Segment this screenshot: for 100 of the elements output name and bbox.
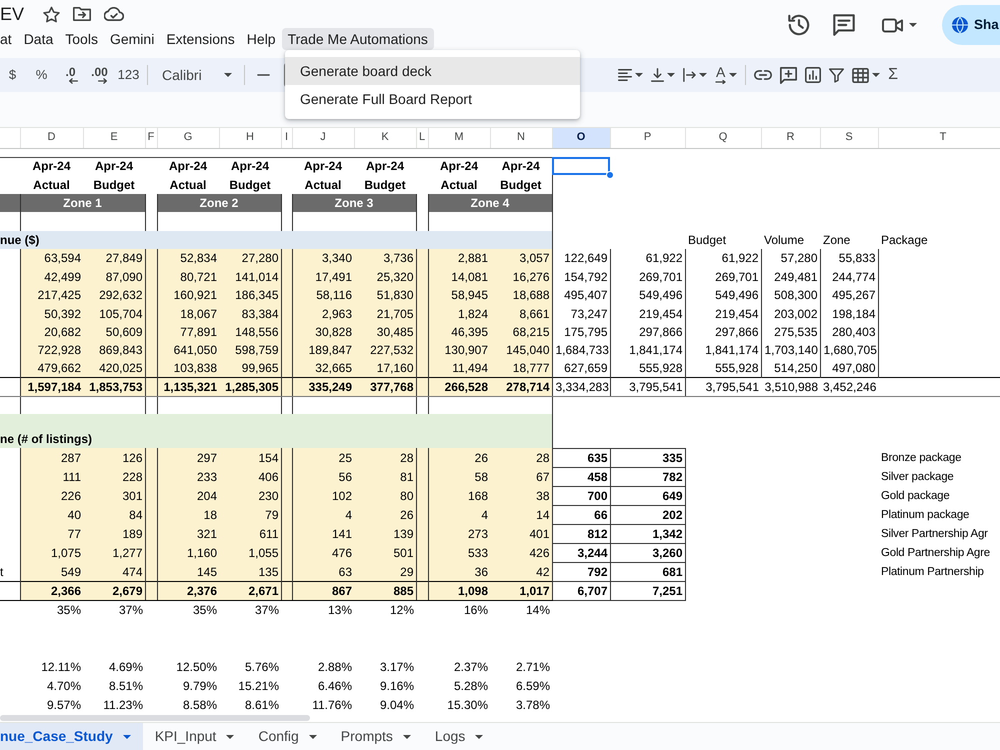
table-cell: 63 bbox=[292, 562, 354, 582]
column-header[interactable]: K bbox=[354, 128, 416, 148]
table-cell: 28 bbox=[490, 448, 552, 468]
column-heading: Apr-24 bbox=[428, 157, 490, 176]
decrease-decimal-button[interactable]: .0 bbox=[56, 61, 85, 89]
row-label: t bbox=[0, 562, 20, 582]
column-header[interactable]: R bbox=[761, 128, 820, 148]
menu-item[interactable]: Tools bbox=[59, 28, 104, 50]
table-cell: 13% bbox=[292, 600, 354, 620]
menu-option[interactable]: Generate board deck bbox=[285, 57, 580, 85]
column-header[interactable]: L bbox=[416, 128, 428, 148]
menu-item[interactable]: at bbox=[0, 28, 18, 50]
table-cell: 80 bbox=[354, 486, 416, 506]
column-heading: Budget bbox=[219, 175, 281, 194]
table-cell: 46,395 bbox=[428, 322, 490, 341]
table-cell: 1,841,174 bbox=[685, 340, 761, 360]
table-cell: 56 bbox=[292, 467, 354, 486]
text-rotation-button[interactable]: A bbox=[711, 61, 742, 89]
format-button[interactable]: $ bbox=[0, 61, 27, 89]
column-header[interactable]: F bbox=[145, 128, 157, 148]
format-button[interactable]: % bbox=[27, 61, 56, 89]
chart-icon[interactable] bbox=[805, 67, 822, 83]
link-icon[interactable] bbox=[754, 70, 772, 80]
table-cell: 269,701 bbox=[610, 267, 685, 286]
functions-button[interactable]: Σ bbox=[884, 61, 902, 89]
menu-item[interactable]: Data bbox=[18, 28, 60, 50]
table-cell: 28 bbox=[354, 448, 416, 468]
format-button[interactable]: 123 bbox=[114, 61, 143, 89]
table-cell: 58,945 bbox=[428, 286, 490, 304]
table-cell: 297,866 bbox=[685, 322, 761, 341]
table-cell: 3,795,541 bbox=[610, 378, 685, 396]
comment-plus-icon[interactable] bbox=[780, 66, 798, 84]
history-icon[interactable] bbox=[788, 14, 810, 36]
column-heading: Budget bbox=[83, 175, 145, 194]
filter-icon[interactable] bbox=[829, 68, 844, 82]
table-cell: 26 bbox=[428, 448, 490, 468]
share-button[interactable]: Sha bbox=[942, 5, 1000, 45]
menu-item[interactable]: Extensions bbox=[160, 28, 241, 50]
cloud-check-icon[interactable] bbox=[104, 7, 124, 21]
column-header[interactable]: P bbox=[610, 128, 685, 148]
table-cell-text: 2.37% bbox=[452, 659, 489, 676]
font-dropdown[interactable]: Calibri bbox=[152, 61, 240, 89]
table-cell: 458 bbox=[552, 467, 610, 486]
table-cell: 869,843 bbox=[83, 340, 145, 360]
caret-icon bbox=[699, 73, 708, 77]
row-label: Bronze package bbox=[880, 451, 962, 466]
table-cell: 52,834 bbox=[157, 248, 219, 268]
table-cell: 420,025 bbox=[83, 359, 145, 378]
table-cell: 495,267 bbox=[820, 286, 878, 304]
table-cell-text: 12.50% bbox=[175, 659, 218, 676]
column-header[interactable]: G bbox=[157, 128, 219, 148]
sheet-tab[interactable]: Config bbox=[246, 723, 329, 750]
column-header[interactable]: J bbox=[292, 128, 354, 148]
sheet-tab[interactable]: nue_Case_Study bbox=[0, 723, 143, 750]
star-icon[interactable] bbox=[43, 6, 60, 22]
table-cell: 4 bbox=[292, 505, 354, 524]
folder-arrow-icon[interactable] bbox=[73, 6, 92, 22]
table-cell: 55,833 bbox=[820, 248, 878, 268]
table-cell: 130,907 bbox=[428, 340, 490, 360]
increase-decimal-button[interactable]: .00 bbox=[85, 61, 114, 89]
column-header[interactable]: T bbox=[878, 128, 1000, 148]
menu-item[interactable]: Gemini bbox=[104, 28, 160, 50]
table-cell: 135 bbox=[219, 562, 281, 582]
column-header[interactable]: N bbox=[490, 128, 552, 148]
menu-option[interactable]: Generate Full Board Report bbox=[285, 85, 580, 113]
sheet-tab[interactable]: KPI_Input bbox=[142, 723, 246, 750]
table-cell: 141 bbox=[292, 524, 354, 544]
column-heading: Apr-24 bbox=[157, 157, 219, 176]
table-cell: 1,075 bbox=[20, 543, 83, 562]
table-cell-text: 9.16% bbox=[378, 678, 415, 696]
column-header[interactable]: O bbox=[552, 128, 610, 148]
caret-icon bbox=[667, 73, 676, 77]
menu-item[interactable]: Help bbox=[240, 28, 282, 50]
table-cell: 812 bbox=[552, 524, 610, 544]
column-header[interactable]: M bbox=[428, 128, 490, 148]
column-header[interactable]: S bbox=[820, 128, 878, 148]
table-cell: 2,376 bbox=[157, 581, 219, 600]
column-header[interactable]: Q bbox=[685, 128, 761, 148]
video-call-button[interactable] bbox=[882, 18, 917, 32]
zone-header: Zone 2 bbox=[157, 194, 281, 212]
table-cell: 2,366 bbox=[20, 581, 83, 600]
table-cell-text: 8.51% bbox=[108, 678, 144, 696]
column-header[interactable]: E bbox=[83, 128, 145, 148]
fill-handle-icon[interactable] bbox=[606, 171, 614, 180]
table-cell: 649 bbox=[610, 486, 685, 506]
column-heading: Actual bbox=[428, 175, 490, 194]
sheet-tab[interactable]: Prompts bbox=[328, 723, 423, 750]
comment-icon[interactable] bbox=[833, 14, 855, 36]
table-cell: 635 bbox=[552, 448, 610, 468]
table-cell: 99,965 bbox=[219, 359, 281, 378]
menu-item[interactable]: Trade Me Automations bbox=[282, 28, 434, 50]
column-header[interactable]: I bbox=[281, 128, 292, 148]
horizontal-scrollbar[interactable] bbox=[0, 715, 310, 721]
sheet-tab[interactable]: Logs bbox=[422, 723, 496, 750]
table-cell: 8,661 bbox=[490, 304, 552, 323]
table-cell-text: 9.04% bbox=[378, 697, 415, 714]
column-header[interactable]: D bbox=[20, 128, 83, 148]
table-cell: 17,160 bbox=[354, 359, 416, 378]
column-header[interactable]: H bbox=[219, 128, 281, 148]
table-cell: 549,496 bbox=[685, 286, 761, 304]
